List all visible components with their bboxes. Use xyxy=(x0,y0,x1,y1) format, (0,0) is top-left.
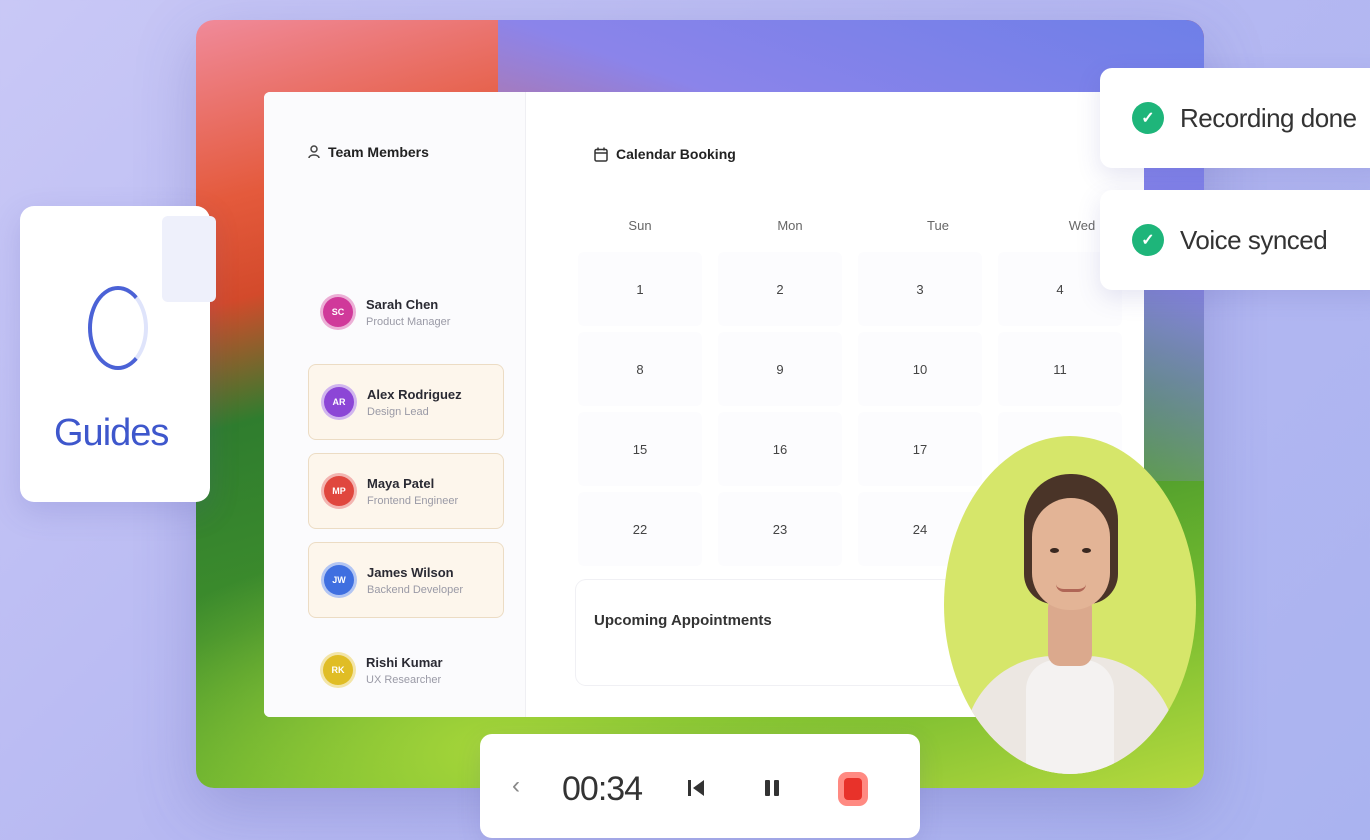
calendar-day[interactable]: 2 xyxy=(718,252,842,326)
member-role: Design Lead xyxy=(367,405,429,418)
member-text: Alex Rodriguez Design Lead xyxy=(367,387,462,418)
team-sidebar: Team Members SC Sarah Chen Product Manager… xyxy=(264,92,526,717)
team-member-item[interactable]: RK Rishi Kumar UX Researcher xyxy=(308,632,504,708)
pause-icon[interactable] xyxy=(760,776,784,800)
users-icon xyxy=(308,145,320,159)
webcam-bubble[interactable] xyxy=(944,436,1196,774)
member-name: Rishi Kumar xyxy=(366,654,443,670)
guides-card-fold xyxy=(162,216,216,302)
check-icon: ✓ xyxy=(1132,224,1164,256)
stop-record-icon[interactable] xyxy=(838,772,868,806)
upcoming-appointments-title: Upcoming Appointments xyxy=(594,612,772,629)
guides-card[interactable]: Guides xyxy=(20,206,216,502)
member-role: Backend Developer xyxy=(367,583,464,596)
member-name: Sarah Chen xyxy=(366,296,439,312)
member-role: Product Manager xyxy=(366,315,451,328)
avatar: RK xyxy=(320,652,356,688)
recorder-controls: ‹ 00:34 xyxy=(480,734,920,838)
avatar: AR xyxy=(321,384,357,420)
team-member-item[interactable]: JW James Wilson Backend Developer xyxy=(308,542,504,618)
member-text: Rishi Kumar UX Researcher xyxy=(366,655,443,686)
member-name: Maya Patel xyxy=(367,475,435,491)
toast-text: Voice synced xyxy=(1180,224,1328,255)
member-name: Alex Rodriguez xyxy=(367,386,462,402)
calendar-title: Calendar Booking xyxy=(594,146,736,162)
calendar-day[interactable]: 15 xyxy=(578,412,702,486)
member-role: Frontend Engineer xyxy=(367,494,459,507)
presenter-shirt xyxy=(1026,660,1114,774)
member-text: Sarah Chen Product Manager xyxy=(366,297,450,328)
calendar-day[interactable]: 8 xyxy=(578,332,702,406)
weekday-header: Mon xyxy=(777,218,803,233)
presenter-eye xyxy=(1050,548,1059,553)
team-member-item[interactable]: MP Maya Patel Frontend Engineer xyxy=(308,453,504,529)
sidebar-title: Team Members xyxy=(308,144,429,160)
member-text: Maya Patel Frontend Engineer xyxy=(367,476,458,507)
calendar-day[interactable]: 10 xyxy=(858,332,982,406)
calendar-day[interactable]: 9 xyxy=(718,332,842,406)
weekday-header: Tue xyxy=(927,218,949,233)
upcoming-appointments-card xyxy=(576,580,976,685)
team-member-item[interactable]: SC Sarah Chen Product Manager xyxy=(308,274,504,350)
team-member-item[interactable]: AR Alex Rodriguez Design Lead xyxy=(308,364,504,440)
avatar: MP xyxy=(321,473,357,509)
calendar-day[interactable]: 16 xyxy=(718,412,842,486)
skip-back-icon[interactable] xyxy=(684,776,708,800)
calendar-title-text: Calendar Booking xyxy=(616,146,736,162)
avatar: SC xyxy=(320,294,356,330)
recording-timer: 00:34 xyxy=(562,770,643,808)
presenter-eye xyxy=(1082,548,1091,553)
sidebar-title-text: Team Members xyxy=(328,144,429,160)
calendar-day[interactable]: 3 xyxy=(858,252,982,326)
member-text: James Wilson Backend Developer xyxy=(367,565,463,596)
chevron-left-icon[interactable]: ‹ xyxy=(506,772,526,799)
presenter-face xyxy=(1032,498,1110,610)
weekday-header: Sun xyxy=(628,218,652,233)
guides-logo-icon xyxy=(88,286,148,370)
calendar-day[interactable]: 22 xyxy=(578,492,702,566)
calendar-day[interactable]: 11 xyxy=(998,332,1122,406)
calendar-day[interactable]: 17 xyxy=(858,412,982,486)
check-icon: ✓ xyxy=(1132,102,1164,134)
toast-recording-done: ✓ Recording done xyxy=(1100,68,1370,168)
toast-text: Recording done xyxy=(1180,102,1357,133)
guides-label: Guides xyxy=(54,412,169,454)
member-name: James Wilson xyxy=(367,564,454,580)
toast-voice-synced: ✓ Voice synced xyxy=(1100,190,1370,290)
avatar: JW xyxy=(321,562,357,598)
calendar-day[interactable]: 23 xyxy=(718,492,842,566)
presenter-mouth xyxy=(1056,584,1086,592)
calendar-icon xyxy=(594,147,608,162)
member-role: UX Researcher xyxy=(366,673,442,686)
calendar-day[interactable]: 1 xyxy=(578,252,702,326)
